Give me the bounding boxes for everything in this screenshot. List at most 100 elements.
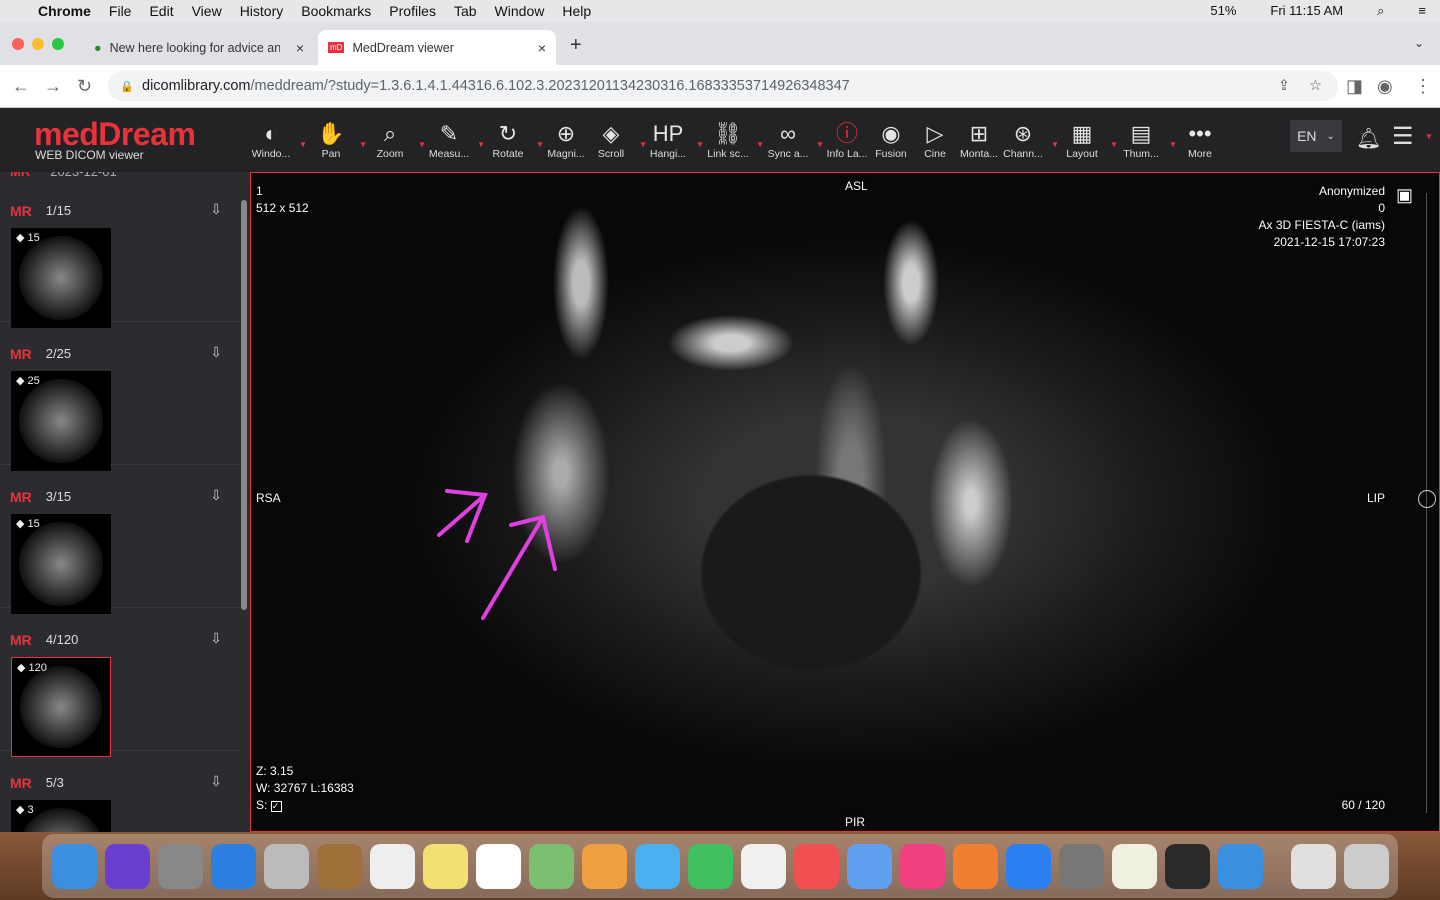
- control-center-icon[interactable]: ≡: [1418, 3, 1426, 19]
- tool-more-button[interactable]: ••• More: [1172, 120, 1228, 160]
- url-input[interactable]: 🔒 dicomlibrary.com/meddream/?study=1.3.6…: [108, 71, 1338, 101]
- tool-hangi-button[interactable]: HP Hangi... ▼: [640, 120, 704, 160]
- back-icon[interactable]: ←: [12, 76, 30, 97]
- dock-app-icon[interactable]: [423, 843, 468, 889]
- dock-app-icon[interactable]: [529, 843, 574, 889]
- dock-app-icon[interactable]: [582, 843, 627, 889]
- dock-app-icon[interactable]: [1112, 843, 1157, 889]
- dock-app-icon[interactable]: [953, 843, 998, 889]
- bell-icon[interactable]: 🔔︎: [1356, 126, 1381, 151]
- download-cloud-icon[interactable]: ⇩: [210, 773, 222, 790]
- tool-zoom-button[interactable]: ⌕ Zoom ▼: [362, 120, 426, 160]
- series-item[interactable]: MR 5/3 ⇩ ◆ 3: [0, 751, 240, 832]
- tool-windo-button[interactable]: ◐ Windo... ▼: [243, 120, 307, 160]
- bookmark-star-icon[interactable]: ☆: [1309, 78, 1322, 94]
- dock-app-icon[interactable]: [900, 843, 945, 889]
- menu-kebab-icon[interactable]: ⋮: [1414, 76, 1432, 97]
- tool-synca-button[interactable]: ∞ Sync a... ▼: [760, 120, 824, 160]
- tool-rotate-button[interactable]: ↻ Rotate ▼: [480, 120, 544, 160]
- series-thumbnail[interactable]: ◆ 15: [11, 228, 111, 328]
- thum-icon: ▤: [1130, 121, 1152, 146]
- image-viewport[interactable]: 1 512 x 512 ASL RSA LIP PIR Anonymized 0…: [250, 172, 1440, 832]
- dock-app-icon[interactable]: [847, 843, 892, 889]
- forward-icon[interactable]: →: [44, 76, 62, 97]
- frame-scroll-handle[interactable]: [1418, 490, 1436, 508]
- search-icon[interactable]: ⌕: [1377, 3, 1384, 19]
- tab-advice[interactable]: ● New here looking for advice an ×: [84, 30, 314, 65]
- tool-pan-button[interactable]: ✋ Pan ▼: [303, 120, 367, 160]
- dock-app-icon[interactable]: [52, 843, 97, 889]
- menu-window[interactable]: Window: [495, 3, 545, 19]
- download-cloud-icon[interactable]: ⇩: [210, 487, 222, 504]
- tool-measu-button[interactable]: ✎ Measu... ▼: [421, 120, 485, 160]
- stack-count: ◆ 120: [17, 662, 47, 674]
- dock-app-icon[interactable]: [158, 843, 203, 889]
- tool-thum-button[interactable]: ▤ Thum... ▼: [1113, 120, 1177, 160]
- sync-checkbox[interactable]: ✓: [270, 801, 282, 812]
- settings-sliders-icon[interactable]: ☰: [1392, 122, 1414, 151]
- minimize-window-button[interactable]: [32, 38, 44, 50]
- language-select[interactable]: EN ⌄: [1290, 120, 1342, 152]
- menu-history[interactable]: History: [240, 3, 284, 19]
- dock-app-icon[interactable]: [688, 843, 733, 889]
- series-item[interactable]: MR 2/25 ⇩ ◆ 25: [0, 322, 240, 471]
- dock-app-icon[interactable]: [1344, 843, 1389, 889]
- dock-app-icon[interactable]: [635, 843, 680, 889]
- snapshot-icon[interactable]: ▣: [1396, 185, 1413, 206]
- reload-icon[interactable]: ↻: [77, 76, 92, 97]
- menu-help[interactable]: Help: [562, 3, 591, 19]
- dock-app-icon[interactable]: [1291, 843, 1336, 889]
- clock[interactable]: Fri 11:15 AM: [1270, 3, 1343, 19]
- dock-app-icon[interactable]: [1006, 843, 1051, 889]
- dock-app-icon[interactable]: [1059, 843, 1104, 889]
- series-item[interactable]: MR 4/120 ⇩ ◆ 120: [0, 608, 240, 757]
- sidebar-toggle-icon[interactable]: ◨: [1346, 76, 1363, 97]
- dock-app-icon[interactable]: [264, 843, 309, 889]
- share-icon[interactable]: ⇪: [1278, 78, 1290, 94]
- battery-percent[interactable]: 51%: [1210, 3, 1236, 19]
- zoom-window-button[interactable]: [52, 38, 64, 50]
- dock-app-icon[interactable]: [317, 843, 362, 889]
- dock-app-icon[interactable]: [1218, 843, 1263, 889]
- tool-scroll-button[interactable]: ◈ Scroll ▼: [583, 120, 647, 160]
- menu-edit[interactable]: Edit: [149, 3, 173, 19]
- download-cloud-icon[interactable]: ⇩: [210, 630, 222, 647]
- series-thumbnail[interactable]: ◆ 15: [11, 514, 111, 614]
- dock-app-icon[interactable]: [794, 843, 839, 889]
- tab-search-icon[interactable]: ⌄: [1414, 36, 1424, 50]
- series-thumbnail[interactable]: ◆ 25: [11, 371, 111, 471]
- favicon-icon: ●: [94, 40, 102, 55]
- close-window-button[interactable]: [12, 38, 24, 50]
- close-tab-icon[interactable]: ×: [296, 40, 304, 56]
- tool-label: Rotate: [492, 148, 524, 160]
- dock-app-icon[interactable]: [476, 843, 521, 889]
- menu-file[interactable]: File: [109, 3, 132, 19]
- dock-app-icon[interactable]: [370, 843, 415, 889]
- dock-app-icon[interactable]: [741, 843, 786, 889]
- tool-linksc-button[interactable]: ⛓ Link sc... ▼: [700, 120, 764, 160]
- menu-bookmarks[interactable]: Bookmarks: [301, 3, 371, 19]
- profile-avatar[interactable]: ◉: [1377, 76, 1393, 97]
- download-cloud-icon[interactable]: ⇩: [210, 201, 222, 218]
- mac-menubar: Chrome File Edit View History Bookmarks …: [0, 0, 1440, 22]
- download-cloud-icon[interactable]: ⇩: [210, 344, 222, 361]
- menu-profiles[interactable]: Profiles: [389, 3, 436, 19]
- tab-meddream[interactable]: mD MedDream viewer ×: [318, 30, 556, 65]
- series-thumbnail[interactable]: ◆ 3: [11, 800, 111, 832]
- tool-layout-button[interactable]: ▦ Layout ▼: [1054, 120, 1118, 160]
- tool-chann-button[interactable]: ⊛ Chann... ▼: [995, 120, 1059, 160]
- settings-dropdown-icon[interactable]: ▼: [1425, 132, 1433, 141]
- study-header[interactable]: MR2023-12-01: [10, 172, 117, 179]
- sidebar-scrollbar[interactable]: [241, 200, 247, 610]
- menu-tab[interactable]: Tab: [454, 3, 477, 19]
- dock-app-icon[interactable]: [1165, 843, 1210, 889]
- new-tab-button[interactable]: +: [570, 34, 582, 57]
- series-item[interactable]: MR 1/15 ⇩ ◆ 15: [0, 179, 240, 328]
- menu-view[interactable]: View: [192, 3, 222, 19]
- menu-chrome[interactable]: Chrome: [38, 3, 91, 19]
- dock-app-icon[interactable]: [211, 843, 256, 889]
- series-item[interactable]: MR 3/15 ⇩ ◆ 15: [0, 465, 240, 614]
- close-tab-icon[interactable]: ×: [538, 40, 546, 56]
- series-thumbnail[interactable]: ◆ 120: [11, 657, 111, 757]
- dock-app-icon[interactable]: [105, 843, 150, 889]
